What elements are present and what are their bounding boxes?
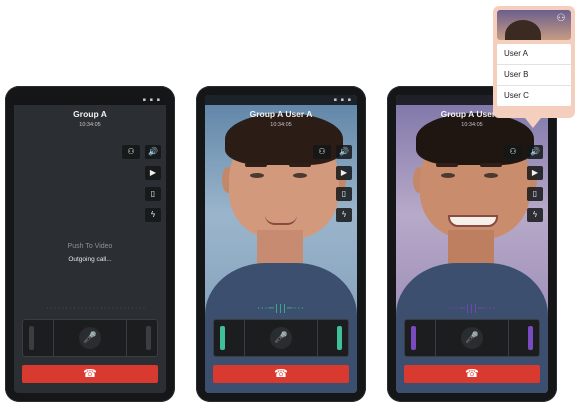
- camera-icon[interactable]: ▶: [527, 166, 543, 180]
- status-icons: ▪ ▪ ▪: [142, 97, 161, 103]
- status-bar: ▪ ▪ ▪: [205, 95, 357, 105]
- brow: [480, 163, 502, 167]
- user-list-item-b[interactable]: User B: [497, 65, 571, 86]
- mic-icon: 🎤: [461, 327, 483, 349]
- phone-1-screen: ▪ ▪ ▪ Group A 10:34:05 ⚇ 🔊 ▶ ▯ ϟ Push To…: [14, 95, 166, 393]
- ptt-left-bar: [220, 326, 225, 350]
- phone-1: ▪ ▪ ▪ Group A 10:34:05 ⚇ 🔊 ▶ ▯ ϟ Push To…: [5, 86, 175, 402]
- side-toolbar: 🔊 ▶ ▯ ϟ: [527, 145, 543, 229]
- user-list: User A User B User C: [497, 44, 571, 106]
- mic-icon: 🎤: [79, 327, 101, 349]
- device-icon[interactable]: ▯: [527, 187, 543, 201]
- users-icon[interactable]: ⚇: [313, 145, 331, 159]
- side-toolbar: 🔊 ▶ ▯ ϟ: [145, 145, 161, 229]
- user-list-item-c[interactable]: User C: [497, 86, 571, 106]
- status-bar: ▪ ▪ ▪: [14, 95, 166, 105]
- ptt-controls: 🎤: [213, 319, 349, 357]
- call-status: Outgoing call...: [68, 256, 112, 263]
- mic-icon: 🎤: [270, 327, 292, 349]
- ptt-button[interactable]: 🎤: [53, 320, 127, 356]
- popup-pointer: [525, 118, 541, 128]
- speaker-icon[interactable]: 🔊: [527, 145, 543, 159]
- brow: [289, 163, 311, 167]
- eye: [441, 173, 455, 178]
- eye: [484, 173, 498, 178]
- users-icon[interactable]: ⚇: [551, 10, 571, 28]
- end-call-button[interactable]: ☎: [404, 365, 540, 383]
- ptt-left-bar: [411, 326, 416, 350]
- brow: [436, 163, 458, 167]
- ptt-controls: 🎤: [22, 319, 158, 357]
- end-call-button[interactable]: ☎: [22, 365, 158, 383]
- flash-icon[interactable]: ϟ: [336, 208, 352, 222]
- eye: [293, 173, 307, 178]
- users-icon[interactable]: ⚇: [122, 145, 140, 159]
- users-icon[interactable]: ⚇: [504, 145, 522, 159]
- user-list-item-a[interactable]: User A: [497, 44, 571, 65]
- voice-wave: ···─|||─···: [447, 304, 497, 314]
- phone-2: ▪ ▪ ▪ Group A User A 10:34:05 ⚇ 🔊 ▶ ▯ ϟ …: [196, 86, 366, 402]
- call-time: 10:34:05: [270, 122, 292, 128]
- device-icon[interactable]: ▯: [336, 187, 352, 201]
- camera-icon[interactable]: ▶: [145, 166, 161, 180]
- phone-3-screen: ▪ ▪ ▪ Group A User A 10:34:05 ⚇ 🔊 ▶ ▯ ϟ …: [396, 95, 548, 393]
- camera-icon[interactable]: ▶: [336, 166, 352, 180]
- flash-icon[interactable]: ϟ: [145, 208, 161, 222]
- ptt-button[interactable]: 🎤: [244, 320, 318, 356]
- ptt-right-bar: [528, 326, 533, 350]
- call-time: 10:34:05: [79, 122, 101, 128]
- ptt-button[interactable]: 🎤: [435, 320, 509, 356]
- side-toolbar: 🔊 ▶ ▯ ϟ: [336, 145, 352, 229]
- push-to-video-label: Push To Video: [67, 243, 113, 250]
- end-call-button[interactable]: ☎: [213, 365, 349, 383]
- user-list-popup: ⚇ User A User B User C: [493, 6, 575, 128]
- status-icons: ▪ ▪ ▪: [333, 97, 352, 103]
- eye: [250, 173, 264, 178]
- smile: [448, 215, 498, 227]
- group-title: Group A User A: [249, 109, 313, 119]
- ptt-right-bar: [146, 326, 151, 350]
- speaker-icon[interactable]: 🔊: [145, 145, 161, 159]
- flash-icon[interactable]: ϟ: [527, 208, 543, 222]
- thumb-hair: [505, 20, 541, 40]
- mouth: [265, 215, 297, 225]
- ptt-controls: 🎤: [404, 319, 540, 357]
- ptt-right-bar: [337, 326, 342, 350]
- device-icon[interactable]: ▯: [145, 187, 161, 201]
- group-title: Group A: [73, 109, 107, 119]
- phone-3: ▪ ▪ ▪ Group A User A 10:34:05 ⚇ 🔊 ▶ ▯ ϟ …: [387, 86, 557, 402]
- ptt-left-bar: [29, 326, 34, 350]
- brow: [245, 163, 267, 167]
- voice-wave: ···─|||─···: [256, 304, 306, 314]
- voice-wave: ··························: [46, 304, 147, 314]
- speaker-icon[interactable]: 🔊: [336, 145, 352, 159]
- phone-2-screen: ▪ ▪ ▪ Group A User A 10:34:05 ⚇ 🔊 ▶ ▯ ϟ …: [205, 95, 357, 393]
